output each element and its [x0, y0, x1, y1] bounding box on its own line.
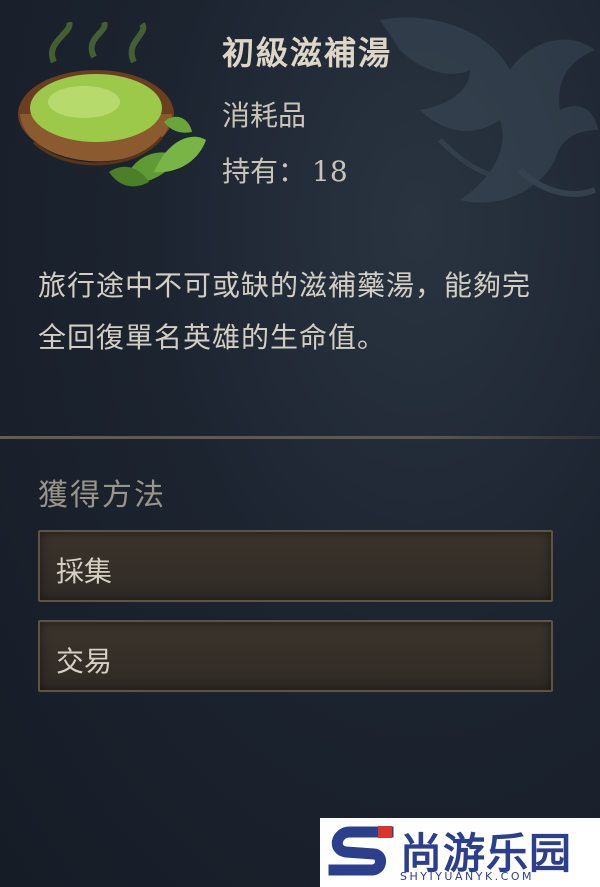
owned-number: 18: [312, 155, 348, 188]
item-type: 消耗品: [222, 99, 307, 132]
item-name: 初級滋補湯: [222, 34, 393, 72]
item-description: 旅行途中不可或缺的滋補藥湯，能夠完全回復單名英雄的生命值。: [38, 269, 532, 354]
s-logo-icon: [328, 826, 394, 876]
source-label: 交易: [56, 645, 113, 678]
owned-label: 持有：: [222, 155, 307, 188]
section-divider: [0, 436, 600, 439]
watermark-url: SHYIYUANYK.COM: [400, 870, 534, 883]
source-label: 採集: [56, 555, 113, 588]
source-button-trade[interactable]: 交易: [38, 620, 553, 692]
watermark: 尚游乐园 SHYIYUANYK.COM: [320, 818, 600, 887]
herbal-soup-bowl-icon: [18, 22, 206, 187]
item-owned-count: 持有： 18: [222, 150, 348, 190]
acquisition-title: 獲得方法: [38, 478, 166, 513]
source-button-gather[interactable]: 採集: [38, 530, 553, 602]
